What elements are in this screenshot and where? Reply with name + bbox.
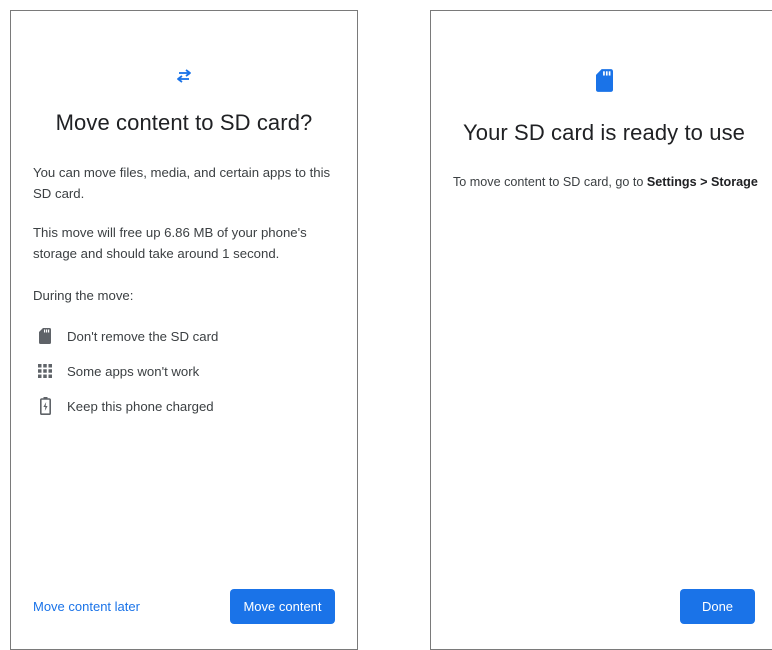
apps-grid-icon xyxy=(33,364,57,378)
move-content-dialog: Move content to SD card? You can move fi… xyxy=(10,10,358,650)
page-title: Your SD card is ready to use xyxy=(462,120,746,145)
swap-arrows-icon xyxy=(11,69,357,83)
instructions-text: To move content to SD card, go to Settin… xyxy=(453,172,758,193)
list-item-sd-card: Don't remove the SD card xyxy=(33,326,218,346)
free-up-text: This move will free up 6.86 MB of your p… xyxy=(33,225,307,261)
settings-path: Settings > Storage xyxy=(646,175,758,189)
during-label: During the move: xyxy=(33,288,134,303)
sd-card-ready-dialog: Your SD card is ready to use To move con… xyxy=(430,10,772,650)
instructions-prefix: To move content to SD card, go to xyxy=(453,175,647,189)
page-title: Move content to SD card? xyxy=(55,110,313,135)
list-item-label: Keep this phone charged xyxy=(67,398,214,414)
list-item-apps: Some apps won't work xyxy=(33,361,199,381)
battery-charging-icon xyxy=(33,397,57,415)
sd-card-icon xyxy=(431,69,772,92)
list-item-label: Don't remove the SD card xyxy=(67,328,219,344)
sd-card-icon xyxy=(33,328,57,344)
done-button[interactable]: Done xyxy=(680,589,755,624)
list-item-label: Some apps won't work xyxy=(67,363,200,379)
move-content-later-button[interactable]: Move content later xyxy=(33,599,140,614)
move-content-button[interactable]: Move content xyxy=(230,589,335,624)
intro-text: You can move files, media, and certain a… xyxy=(33,165,331,201)
list-item-battery: Keep this phone charged xyxy=(33,396,214,416)
